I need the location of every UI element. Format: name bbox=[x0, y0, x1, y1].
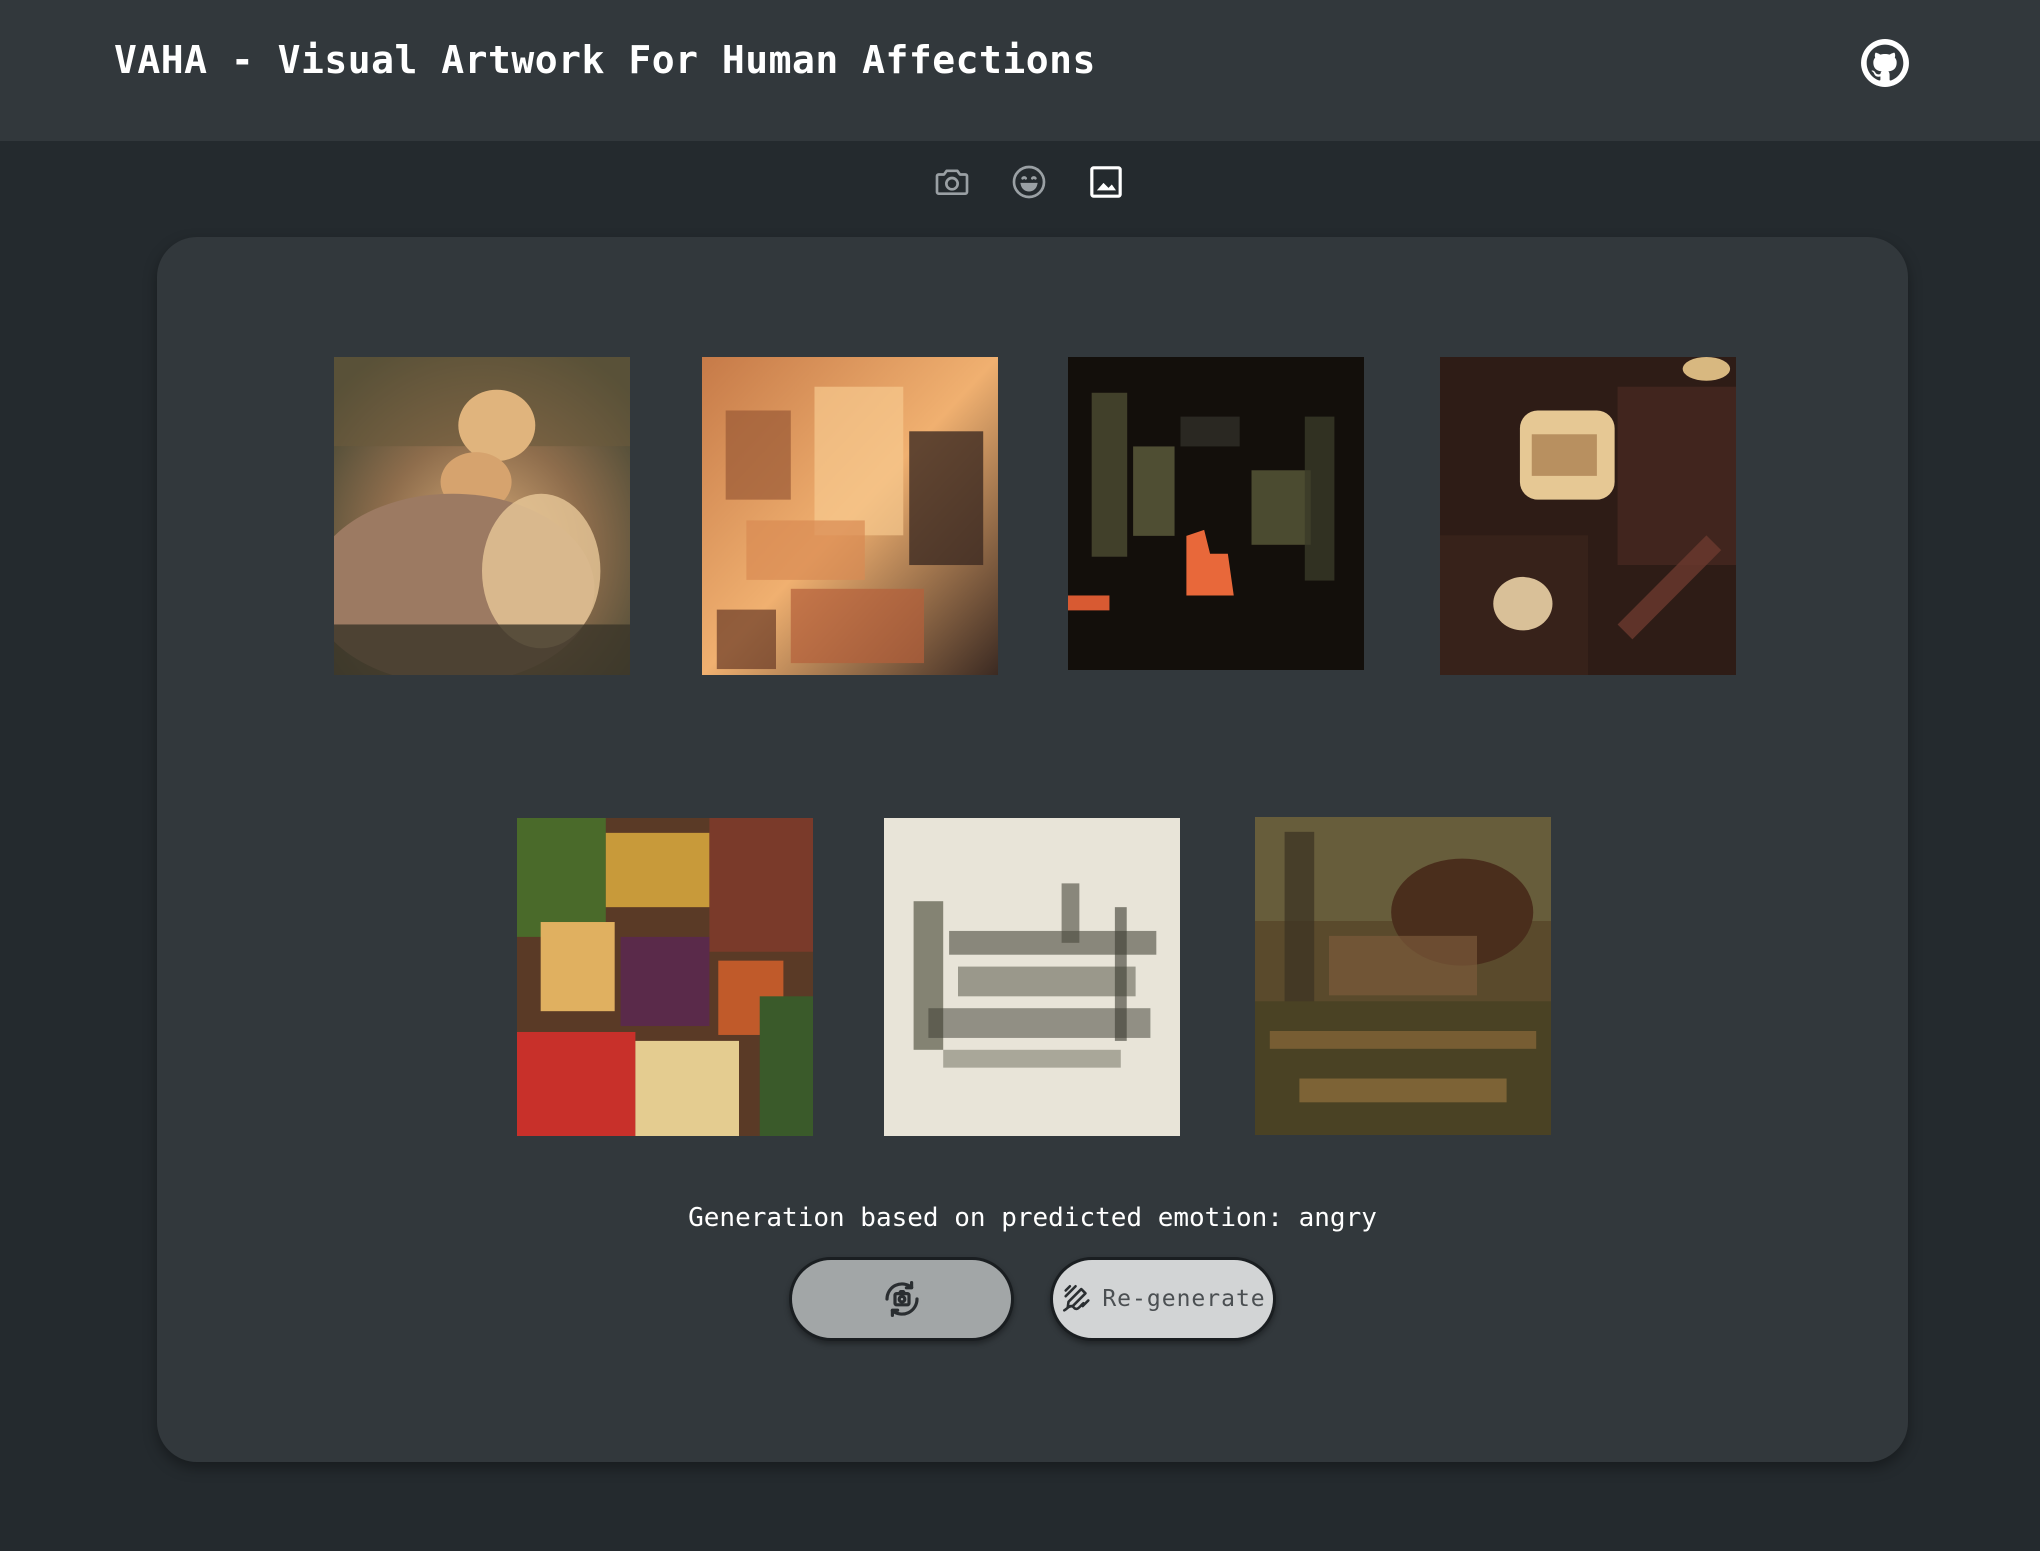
artwork-card: Generation based on predicted emotion: a… bbox=[157, 237, 1908, 1462]
artwork-image-7[interactable] bbox=[1255, 817, 1551, 1135]
tab-artwork[interactable] bbox=[1086, 160, 1126, 204]
regenerate-label: Re-generate bbox=[1102, 1286, 1266, 1312]
smile-face-icon bbox=[1012, 165, 1046, 199]
artwork-image-1[interactable] bbox=[334, 357, 630, 675]
tab-emotion[interactable] bbox=[1009, 160, 1049, 204]
rotate-camera-button[interactable] bbox=[789, 1257, 1014, 1341]
top-app-bar: VAHA - Visual Artwork For Human Affectio… bbox=[0, 0, 2040, 141]
artwork-image-4[interactable] bbox=[1440, 357, 1736, 675]
rotate-camera-icon bbox=[884, 1281, 919, 1317]
mode-tabs bbox=[932, 160, 1126, 204]
artwork-image-2[interactable] bbox=[702, 357, 998, 675]
app-title: VAHA - Visual Artwork For Human Affectio… bbox=[114, 38, 1096, 82]
image-icon bbox=[1090, 166, 1122, 198]
regenerate-button[interactable]: Re-generate bbox=[1050, 1257, 1276, 1341]
magic-draw-icon bbox=[1063, 1284, 1090, 1312]
tab-camera[interactable] bbox=[932, 160, 972, 204]
artwork-image-3[interactable] bbox=[1068, 357, 1364, 670]
emotion-caption: Generation based on predicted emotion: a… bbox=[688, 1203, 1377, 1233]
artwork-image-6[interactable] bbox=[884, 818, 1180, 1136]
artwork-image-5[interactable] bbox=[517, 818, 813, 1136]
github-icon[interactable] bbox=[1860, 38, 1910, 88]
camera-icon bbox=[935, 169, 969, 195]
